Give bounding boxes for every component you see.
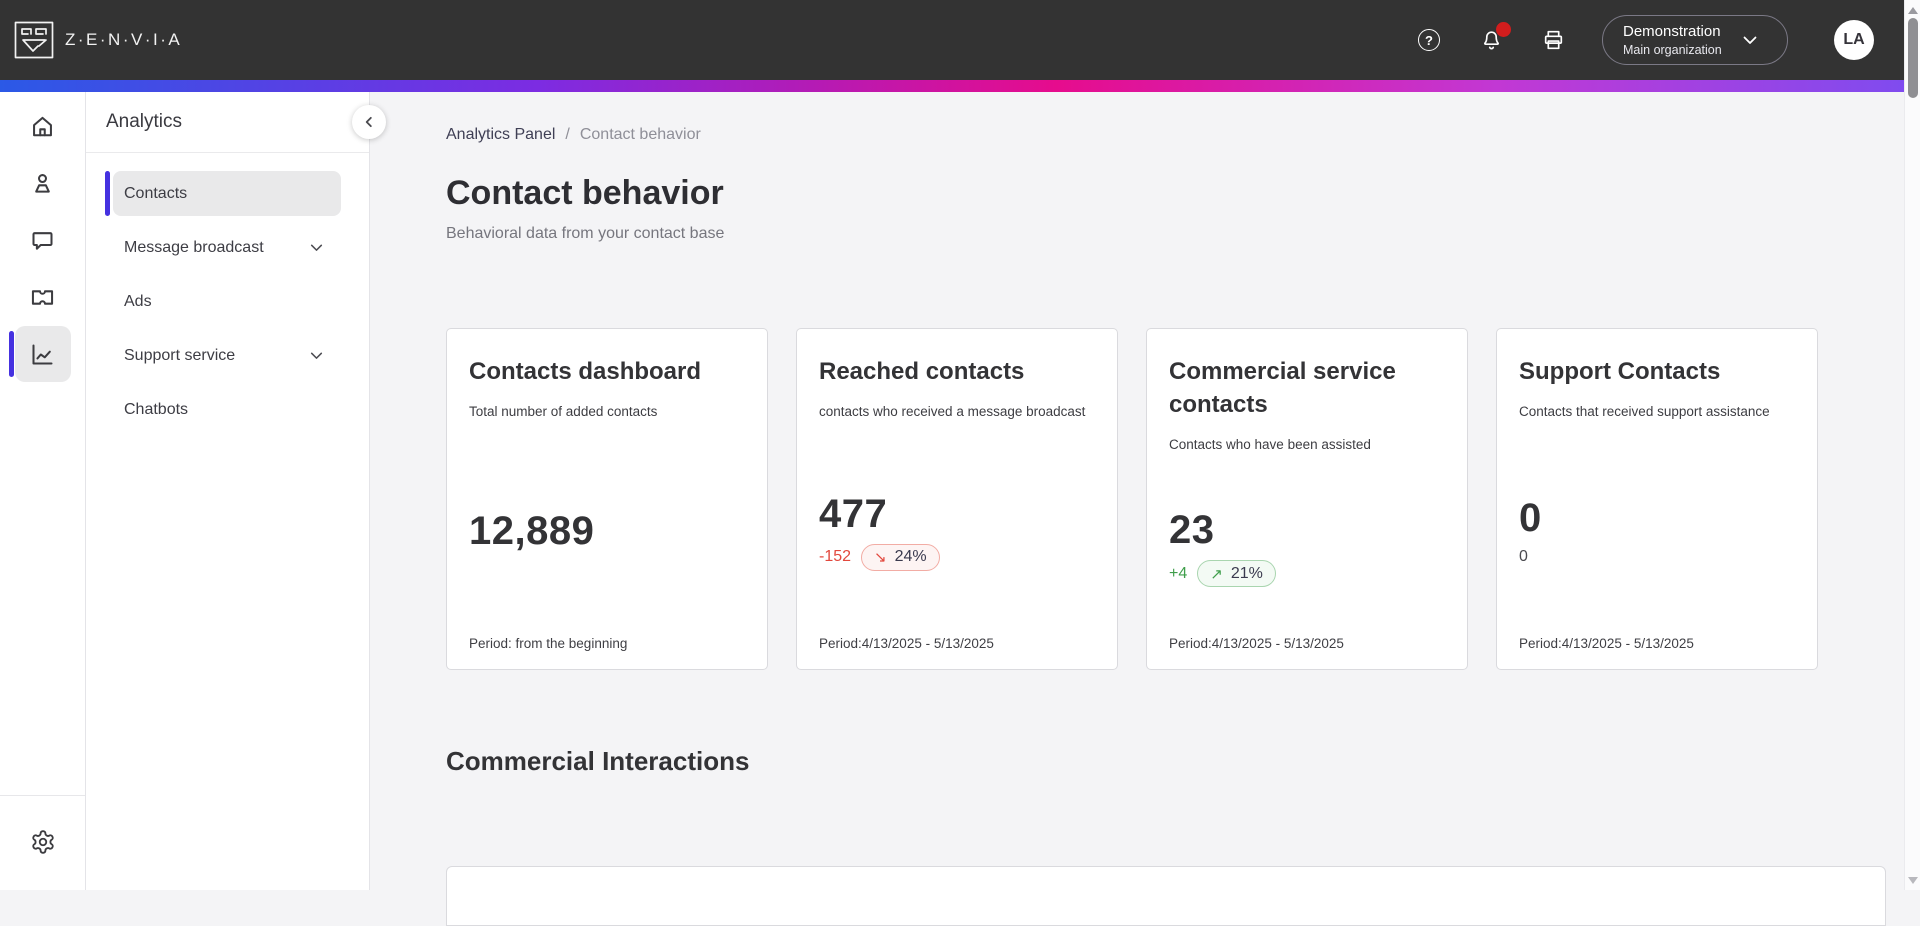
card-value: 23 [1169,508,1215,552]
trend-down-icon: ↘ [874,548,887,566]
sidebar-item-chatbots[interactable]: Chatbots [113,387,341,432]
zenvia-analytics-app: Z·E·N·V·I·A ? Demonstration Main organiz… [0,0,1920,926]
card-title: Contacts dashboard [469,358,702,385]
sidebar-title: Analytics [86,92,369,153]
home-icon [33,116,52,136]
rail-item-campaigns[interactable] [15,269,71,325]
zenvia-logo-icon [14,21,54,59]
notification-dot [1496,22,1511,37]
sidebar-nav: Contacts Message broadcast Ads Support s… [86,153,369,432]
sidebar-item-support-service[interactable]: Support service [113,333,341,378]
stat-card-reached-contacts: Reached contacts contacts who received a… [796,328,1118,670]
trend-up-icon: ↗ [1210,564,1223,583]
card-period: Period: from the beginning [469,636,628,651]
brand-name: Z·E·N·V·I·A [65,30,183,49]
stat-cards-row: Contacts dashboard Total number of added… [446,328,1820,670]
top-bar: Z·E·N·V·I·A ? Demonstration Main organiz… [0,0,1920,80]
ticket-icon [31,289,54,305]
card-value: 12,889 [469,509,595,553]
card-value: 0 [1519,496,1542,540]
card-delta-row: +4 ↗ 21% [1169,560,1445,587]
person-icon [35,173,50,193]
help-button[interactable]: ? [1416,27,1442,53]
breadcrumb-separator: / [565,126,570,143]
organization-names: Demonstration Main organization [1623,22,1722,58]
chevron-left-icon [365,116,372,128]
trend-pill-up: ↗ 21% [1197,560,1276,587]
delta-value: +4 [1169,564,1188,582]
card-subtitle: Contacts that received support assistanc… [1519,404,1770,419]
brand-gradient-bar [0,80,1920,92]
chevron-down-icon [306,237,327,258]
card-title: Support Contacts [1519,358,1721,385]
sidebar-item-contacts[interactable]: Contacts [105,171,341,216]
rail-item-settings[interactable] [21,820,65,864]
line-chart-icon [32,343,53,365]
sidebar-item-label: Contacts [124,184,188,202]
gear-icon [31,830,54,854]
rail-item-analytics[interactable] [8,326,71,382]
trend-pill-down: ↘ 24% [861,543,940,571]
breadcrumb-current: Contact behavior [579,126,701,143]
organization-switcher[interactable]: Demonstration Main organization [1602,15,1788,65]
card-period: Period:4/13/2025 - 5/13/2025 [819,636,994,651]
chevron-down-icon [1743,36,1757,44]
breadcrumb: Analytics Panel / Contact behavior [446,126,1820,144]
scrollbar-up-arrow[interactable] [1908,7,1918,14]
rail-bottom-section [0,795,85,890]
sidebar-item-ads[interactable]: Ads [113,279,341,324]
delta-value: -152 [819,548,852,565]
sidebar-item-label: Message broadcast [124,238,264,256]
main-content: Analytics Panel / Contact behavior Conta… [370,92,1920,926]
rail-item-home[interactable] [15,98,71,154]
page-title: Contact behavior [446,174,724,212]
stat-card-support-contacts: Support Contacts Contacts that received … [1496,328,1818,670]
sidebar-item-message-broadcast[interactable]: Message broadcast [113,225,341,270]
brand: Z·E·N·V·I·A [14,21,182,59]
card-period: Period:4/13/2025 - 5/13/2025 [1519,636,1694,651]
delta-value: 0 [1519,548,1528,565]
card-subtitle: contacts who received a message broadcas… [819,404,1086,419]
organization-name: Demonstration [1623,23,1721,41]
page-scrollbar[interactable] [1904,0,1920,890]
card-delta-row: 0 [1519,548,1795,566]
card-delta-row: -152 ↘ 24% [819,543,1095,571]
analytics-sidebar: Analytics Contacts Message broadcast Ads [86,92,386,890]
stat-card-contacts-dashboard: Contacts dashboard Total number of added… [446,328,768,670]
notifications-button[interactable] [1478,22,1511,53]
scrollbar-thumb[interactable] [1908,18,1918,98]
card-title: Commercial service contacts [1169,358,1396,418]
card-value: 477 [819,491,888,536]
delta-percent: 24% [894,548,927,565]
scrollbar-down-arrow[interactable] [1908,877,1918,884]
rail-item-conversations[interactable] [15,212,71,268]
card-title: Reached contacts [819,358,1025,385]
app-icon-rail [0,92,86,890]
card-period: Period:4/13/2025 - 5/13/2025 [1169,636,1344,651]
rail-item-contacts[interactable] [15,155,71,211]
organization-subtitle: Main organization [1623,42,1722,57]
top-bar-actions: ? Demonstration Main organization LA [1416,15,1874,65]
printer-icon [1544,30,1562,49]
stat-card-commercial-service-contacts: Commercial service contacts Contacts who… [1146,328,1468,670]
card-subtitle: Contacts who have been assisted [1169,437,1371,452]
help-icon: ? [1418,29,1440,51]
breadcrumb-analytics-panel[interactable]: Analytics Panel [446,126,555,144]
chevron-down-icon [306,345,327,366]
user-avatar[interactable]: LA [1834,20,1874,60]
page-subtitle: Behavioral data from your contact base [446,225,725,242]
sidebar-item-label: Support service [124,346,236,364]
sidebar-item-label: Ads [124,292,152,310]
section-title-commercial-interactions: Commercial Interactions [446,746,750,776]
sidebar-item-label: Chatbots [124,400,189,418]
card-subtitle: Total number of added contacts [469,404,658,419]
delta-percent: 21% [1230,564,1263,582]
sidebar-collapse-button[interactable] [352,105,386,139]
chat-bubble-icon [32,231,53,250]
commercial-interactions-panel [446,866,1886,926]
print-button[interactable] [1540,27,1566,53]
